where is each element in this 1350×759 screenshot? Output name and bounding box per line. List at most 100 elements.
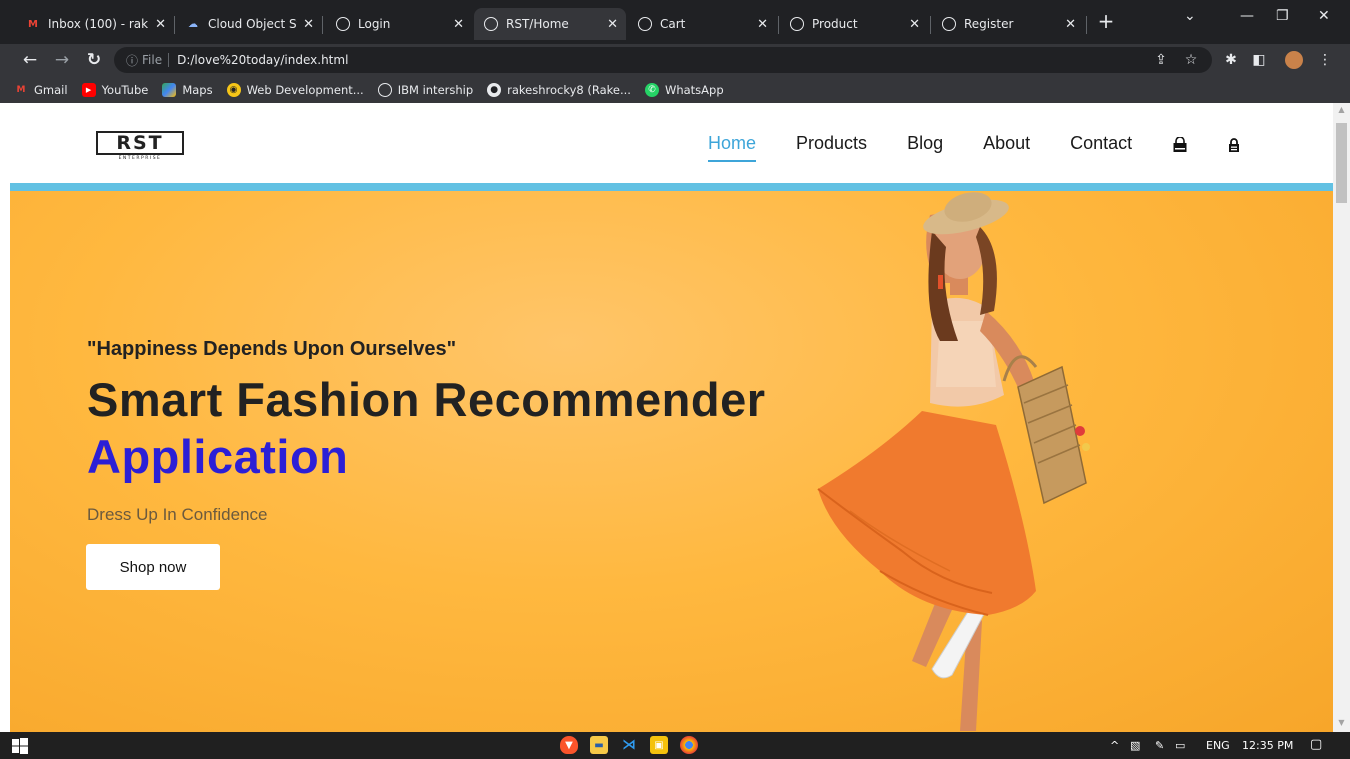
window-close-icon[interactable]: ✕ xyxy=(1318,8,1330,24)
address-divider xyxy=(168,53,170,67)
close-icon[interactable]: ✕ xyxy=(303,17,314,32)
hero-banner: "Happiness Depends Upon Ourselves" Smart… xyxy=(10,191,1333,732)
bookmark-label: YouTube xyxy=(101,82,149,97)
reload-icon[interactable]: ↻ xyxy=(82,48,106,72)
close-icon[interactable]: ✕ xyxy=(453,17,464,32)
bookmark-whatsapp[interactable]: ✆ WhatsApp xyxy=(644,82,724,97)
close-icon[interactable]: ✕ xyxy=(155,17,166,32)
close-icon[interactable]: ✕ xyxy=(757,17,768,32)
nav-home[interactable]: Home xyxy=(708,133,757,162)
shopping-bag-icon[interactable] xyxy=(1172,135,1188,153)
bookmark-label: IBM intership xyxy=(397,82,474,97)
battery-icon[interactable]: ▭ xyxy=(1175,739,1185,752)
bookmarks-bar: M Gmail ▶ YouTube Maps ◉ Web Development… xyxy=(0,76,1350,103)
clock[interactable]: 12:35 PM xyxy=(1242,739,1293,752)
bookmark-youtube[interactable]: ▶ YouTube xyxy=(81,82,149,97)
notes-icon[interactable]: ▣ xyxy=(650,736,668,754)
lock-icon[interactable] xyxy=(1226,135,1242,153)
pen-icon[interactable]: ✎ xyxy=(1155,739,1164,752)
extensions-icon[interactable]: ✱ xyxy=(1220,49,1242,71)
tab-cart[interactable]: Cart ✕ xyxy=(628,8,776,40)
youtube-icon: ▶ xyxy=(81,82,96,97)
url-text[interactable]: D:/love%20today/index.html xyxy=(177,53,348,67)
browser-tab-strip: M Inbox (100) - rak ✕ ☁ Cloud Object Sto… xyxy=(0,0,1350,44)
scroll-thumb[interactable] xyxy=(1336,123,1347,203)
tab-divider xyxy=(322,16,323,34)
tab-title: Inbox (100) - rak xyxy=(48,17,149,31)
bookmark-star-icon[interactable]: ☆ xyxy=(1180,49,1202,71)
nav-contact[interactable]: Contact xyxy=(1070,133,1132,154)
globe-icon xyxy=(942,17,956,31)
shop-now-button[interactable]: Shop now xyxy=(86,544,220,590)
main-nav: Home Products Blog About Contact xyxy=(708,133,1280,162)
new-tab-button[interactable]: + xyxy=(1094,10,1118,34)
globe-icon xyxy=(484,17,498,31)
tab-title: Cloud Object Sto xyxy=(208,17,297,31)
restore-icon[interactable]: ❐ xyxy=(1276,8,1289,24)
tab-product[interactable]: Product ✕ xyxy=(780,8,928,40)
menu-kebab-icon[interactable]: ⋮ xyxy=(1314,49,1336,71)
tab-rst-home[interactable]: RST/Home ✕ xyxy=(474,8,626,40)
bookmark-label: rakeshrocky8 (Rake... xyxy=(507,82,631,97)
bookmark-maps[interactable]: Maps xyxy=(162,82,213,97)
bookmark-gmail[interactable]: M Gmail xyxy=(14,83,68,97)
close-icon[interactable]: ✕ xyxy=(607,17,618,32)
globe-icon xyxy=(377,82,392,97)
hero-subtitle: Dress Up In Confidence xyxy=(87,505,268,524)
file-explorer-icon[interactable]: ▬ xyxy=(590,736,608,754)
tab-title: Login xyxy=(358,17,391,31)
side-panel-icon[interactable]: ◧ xyxy=(1248,49,1270,71)
whatsapp-icon: ✆ xyxy=(644,82,659,97)
tray-app-icon[interactable]: ▧ xyxy=(1130,739,1140,752)
bookmark-label: Web Development... xyxy=(246,82,364,97)
tab-title: Register xyxy=(964,17,1014,31)
hero-model-image xyxy=(817,192,1090,731)
header-accent-bar xyxy=(10,183,1333,191)
page-viewport: RST ENTERPRISE Home Products Blog About … xyxy=(0,103,1333,732)
scroll-down-arrow-icon[interactable]: ▼ xyxy=(1333,718,1350,730)
tab-inbox[interactable]: M Inbox (100) - rak ✕ xyxy=(16,8,174,40)
tab-search-icon[interactable]: ⌄ xyxy=(1184,8,1196,24)
scroll-up-arrow-icon[interactable]: ▲ xyxy=(1333,105,1350,117)
close-icon[interactable]: ✕ xyxy=(1065,17,1076,32)
tab-cloud-object-storage[interactable]: ☁ Cloud Object Sto ✕ xyxy=(176,8,322,40)
tab-register[interactable]: Register ✕ xyxy=(932,8,1084,40)
cloud-icon: ☁ xyxy=(188,18,198,30)
tab-title: Product xyxy=(812,17,858,31)
github-icon: ● xyxy=(487,82,502,97)
bookmark-web-development[interactable]: ◉ Web Development... xyxy=(226,82,364,97)
info-icon[interactable]: ⓘ xyxy=(126,52,138,69)
bookmark-ibm-internship[interactable]: IBM intership xyxy=(377,82,474,97)
hero-title: Smart Fashion Recommender xyxy=(87,373,766,426)
browser-toolbar: ← → ↻ ⓘ File D:/love%20today/index.html … xyxy=(0,44,1350,76)
web-dev-icon: ◉ xyxy=(226,82,241,97)
page-scrollbar[interactable]: ▲ ▼ xyxy=(1333,103,1350,732)
tab-divider xyxy=(778,16,779,34)
notification-icon[interactable]: ▢ xyxy=(1310,737,1322,752)
nav-about[interactable]: About xyxy=(983,133,1030,154)
site-logo[interactable]: RST ENTERPRISE xyxy=(96,131,184,161)
close-icon[interactable]: ✕ xyxy=(909,17,920,32)
logo-subtext: ENTERPRISE xyxy=(118,156,162,161)
brave-icon[interactable]: ▼ xyxy=(560,736,578,754)
globe-icon xyxy=(638,17,652,31)
minimize-icon[interactable]: — xyxy=(1240,8,1254,24)
chrome-icon[interactable] xyxy=(680,736,698,754)
back-icon[interactable]: ← xyxy=(18,48,42,72)
tray-overflow-icon[interactable]: ^ xyxy=(1110,739,1119,752)
nav-blog[interactable]: Blog xyxy=(907,133,943,154)
address-bar[interactable]: ⓘ File D:/love%20today/index.html xyxy=(114,47,1212,73)
vscode-icon[interactable]: ⋊ xyxy=(620,736,638,754)
profile-avatar[interactable] xyxy=(1283,49,1305,71)
logo-text: RST xyxy=(96,131,184,155)
bookmark-label: Gmail xyxy=(34,82,68,97)
windows-taskbar: ▼ ▬ ⋊ ▣ ^ ▧ ✎ ▭ ENG 12:35 PM ▢ xyxy=(0,732,1350,759)
globe-icon xyxy=(790,17,804,31)
bookmark-github[interactable]: ● rakeshrocky8 (Rake... xyxy=(487,82,631,97)
windows-start-icon[interactable] xyxy=(12,738,28,754)
forward-icon[interactable]: → xyxy=(50,48,74,72)
tab-login[interactable]: Login ✕ xyxy=(326,8,472,40)
language-indicator[interactable]: ENG xyxy=(1206,739,1230,752)
share-icon[interactable]: ⇪ xyxy=(1150,49,1172,71)
nav-products[interactable]: Products xyxy=(796,133,867,154)
